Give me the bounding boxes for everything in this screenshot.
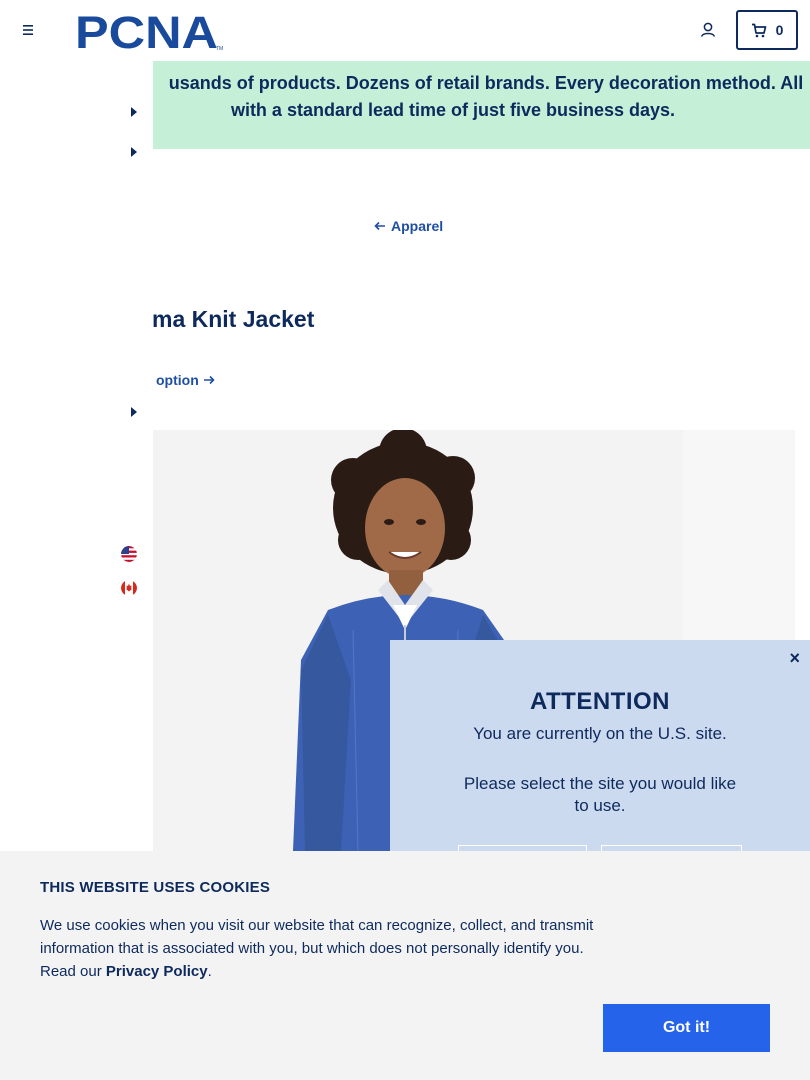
- logo-text: PCNA: [75, 10, 218, 52]
- got-it-button[interactable]: Got it!: [603, 1004, 770, 1052]
- arrow-left-icon: [374, 221, 385, 231]
- logo-tm: TM: [216, 46, 223, 52]
- cookie-title: THIS WEBSITE USES COOKIES: [40, 879, 271, 896]
- hamburger-icon[interactable]: [18, 20, 38, 40]
- user-icon[interactable]: [698, 20, 718, 40]
- pcna-logo[interactable]: PCNA TM: [75, 10, 225, 52]
- cookie-banner: THIS WEBSITE USES COOKIES We use cookies…: [0, 851, 810, 1080]
- site-selection-modal: × ATTENTION You are currently on the U.S…: [390, 640, 810, 851]
- select-site-prompt: Please select the site you would like to…: [463, 774, 737, 815]
- banner-line-1: usands of products. Dozens of retail bra…: [168, 73, 804, 93]
- caret-right-icon[interactable]: [129, 106, 139, 118]
- privacy-policy-link[interactable]: Privacy Policy: [106, 963, 208, 980]
- cart-button[interactable]: 0: [736, 10, 798, 50]
- cookie-period: .: [207, 963, 212, 980]
- arrow-right-icon: [203, 375, 215, 385]
- caret-right-icon[interactable]: [129, 406, 139, 418]
- canada-flag-icon[interactable]: [121, 580, 137, 596]
- caret-right-icon[interactable]: [129, 146, 139, 158]
- site-header: PCNA TM 0: [0, 0, 810, 61]
- back-to-apparel-link[interactable]: Apparel: [374, 218, 443, 234]
- us-flag-icon[interactable]: [121, 546, 137, 562]
- close-icon[interactable]: ×: [789, 648, 800, 669]
- cart-count: 0: [775, 22, 784, 38]
- current-site-text: You are currently on the U.S. site.: [473, 724, 727, 743]
- promo-banner: usands of products. Dozens of retail bra…: [153, 61, 810, 149]
- modal-title: ATTENTION: [529, 688, 671, 715]
- option-link-label: option: [156, 372, 199, 388]
- banner-line-2: with a standard lead time of just five b…: [230, 100, 676, 120]
- cart-icon: [751, 23, 766, 37]
- back-link-label: Apparel: [391, 218, 444, 234]
- product-title: ma Knit Jacket: [152, 306, 315, 332]
- option-link[interactable]: option: [156, 372, 215, 388]
- cookie-text: We use cookies when you visit our websit…: [40, 914, 610, 983]
